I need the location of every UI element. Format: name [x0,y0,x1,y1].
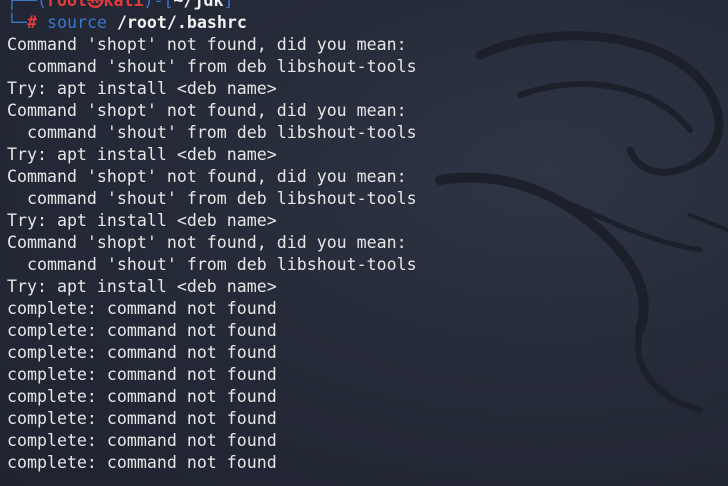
prompt-cwd: ~/jdk [173,0,224,10]
output-line: complete: command not found [7,321,277,340]
prompt-frame-bottom: └─ [7,13,27,32]
output-line: complete: command not found [7,431,277,450]
prompt-frame-close: ] [223,0,234,10]
skull-icon: ㉿ [86,0,104,10]
command-name: source [46,13,107,32]
terminal-output: ┌──(root㉿kali)-[~/jdk] └─# source /root/… [7,0,723,474]
terminal-window[interactable]: ┌──(root㉿kali)-[~/jdk] └─# source /root/… [0,0,728,486]
output-line: complete: command not found [7,365,277,384]
prompt-header-line: ┌──(root㉿kali)-[~/jdk] [7,0,723,12]
root-prompt-symbol: # [26,13,37,32]
prompt-frame-separator: )-[ [143,0,174,10]
prompt-frame-corner: ┌──( [7,0,47,10]
output-line: command 'shout' from deb libshout-tools [7,123,417,142]
output-line: Command 'shopt' not found, did you mean: [7,167,407,186]
output-line: complete: command not found [7,409,277,428]
output-line: Try: apt install <deb name> [7,211,277,230]
command-argument: /root/.bashrc [116,13,247,32]
prompt-command-line[interactable]: └─# source /root/.bashrc [7,12,723,34]
output-line: Command 'shopt' not found, did you mean: [7,233,407,252]
output-line: complete: command not found [7,453,277,472]
prompt-host: kali [103,0,144,10]
output-line: Try: apt install <deb name> [7,79,277,98]
output-line: complete: command not found [7,387,277,406]
output-line: complete: command not found [7,299,277,318]
output-line: Command 'shopt' not found, did you mean: [7,35,407,54]
prompt-user: root [46,0,87,10]
output-line: command 'shout' from deb libshout-tools [7,189,417,208]
output-line: complete: command not found [7,343,277,362]
output-line: Try: apt install <deb name> [7,145,277,164]
output-line: command 'shout' from deb libshout-tools [7,255,417,274]
output-line: Command 'shopt' not found, did you mean: [7,101,407,120]
output-line: command 'shout' from deb libshout-tools [7,57,417,76]
output-line: Try: apt install <deb name> [7,277,277,296]
